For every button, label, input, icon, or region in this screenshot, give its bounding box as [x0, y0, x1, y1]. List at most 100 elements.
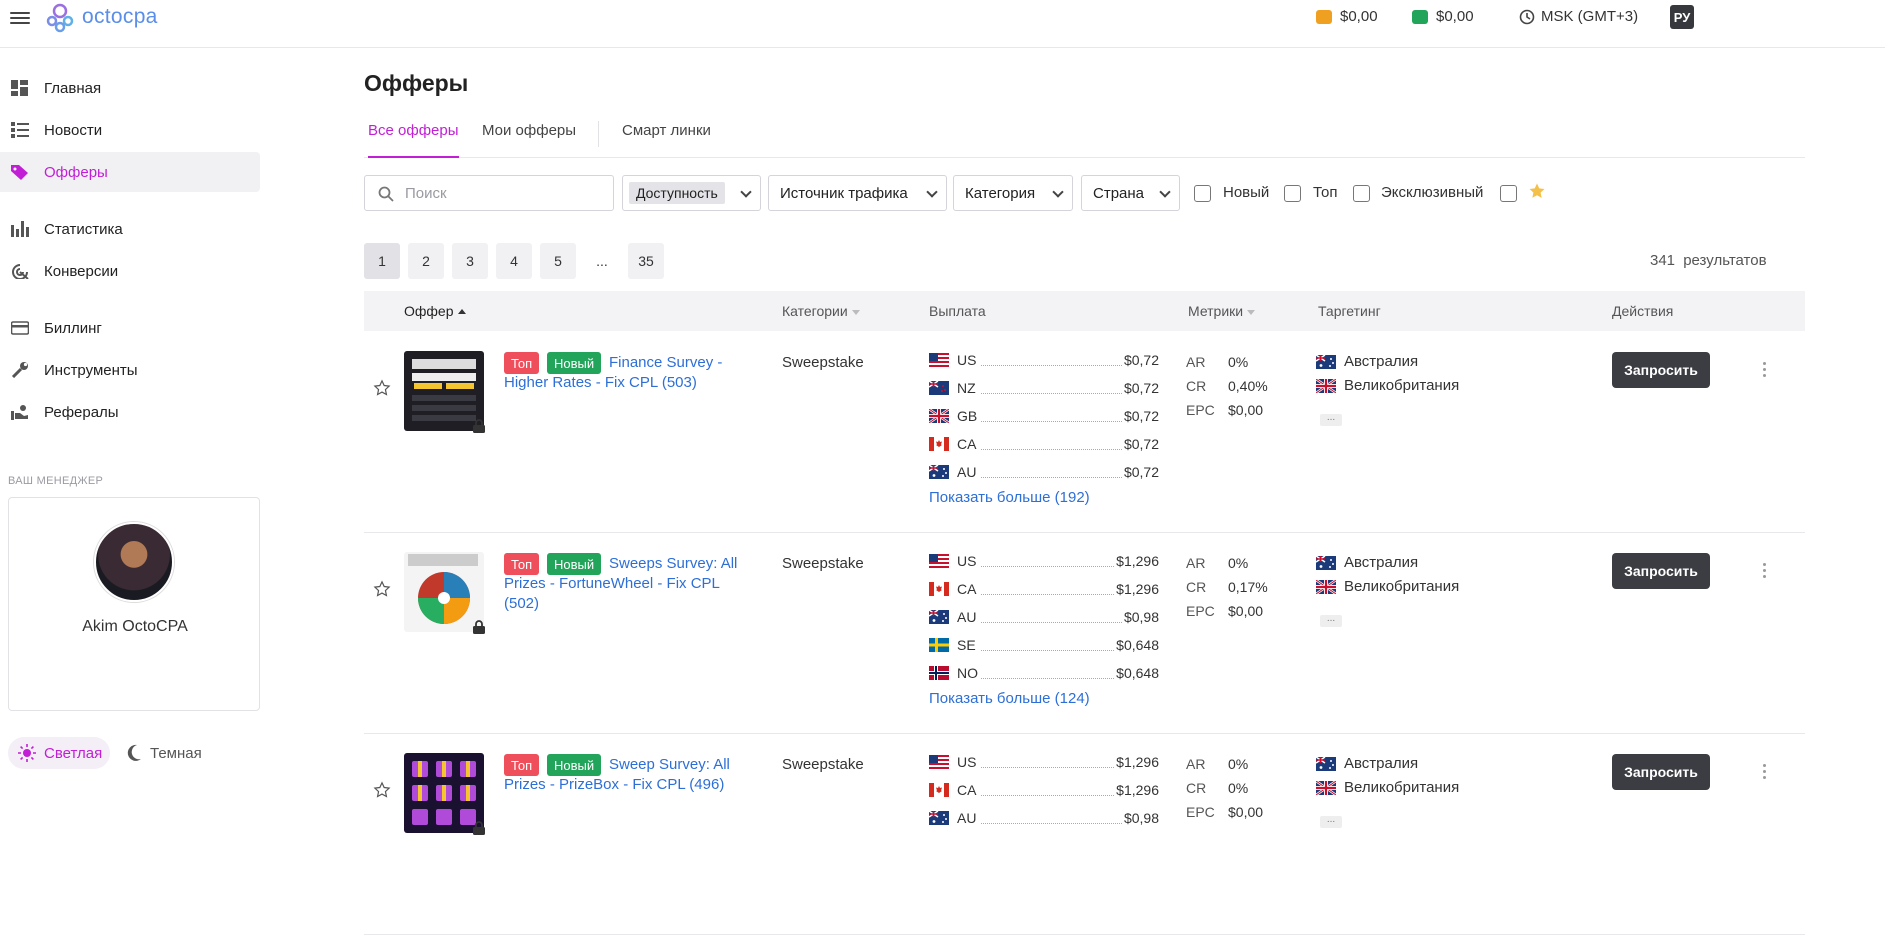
checkbox-top[interactable]	[1284, 185, 1301, 202]
dotted-leader	[981, 766, 1115, 768]
favorite-star-icon[interactable]	[373, 580, 391, 598]
country-label: Страна	[1093, 184, 1145, 202]
wallet-icon	[1316, 9, 1332, 24]
targeting-country: Великобритания	[1344, 377, 1460, 394]
metric-epc-label: EPC	[1186, 603, 1215, 619]
chevron-down-icon	[926, 186, 938, 198]
lock-icon	[473, 419, 485, 433]
page-3[interactable]: 3	[452, 243, 488, 279]
metric-epc-value: $0,00	[1228, 603, 1264, 619]
results-number: 341	[1650, 252, 1676, 269]
show-more-link[interactable]: Показать больше (192)	[929, 489, 1090, 506]
payout-country: CA	[957, 782, 977, 798]
checkbox-favorite[interactable]	[1500, 185, 1517, 202]
payout-row: GB $0,72	[929, 402, 1159, 430]
sidebar-item-referrals[interactable]: Рефералы	[0, 392, 260, 432]
traffic-source-filter[interactable]: Источник трафика	[768, 175, 947, 211]
news-icon	[11, 122, 29, 138]
metric-cr-value: 0,17%	[1228, 579, 1268, 595]
sun-icon	[18, 744, 36, 762]
dotted-leader	[981, 420, 1122, 422]
payout-amount: $1,296	[1116, 581, 1159, 597]
kebab-menu-icon[interactable]	[1763, 362, 1767, 378]
kebab-menu-icon[interactable]	[1763, 764, 1767, 780]
tab-all-offers[interactable]: Все офферы	[368, 122, 459, 158]
col-metrics[interactable]: Метрики	[1188, 303, 1256, 319]
sidebar-item-home[interactable]: Главная	[0, 68, 260, 108]
offer-category: Sweepstake	[782, 756, 864, 773]
checkbox-new[interactable]	[1194, 185, 1211, 202]
sidebar-item-conversions[interactable]: Конверсии	[0, 251, 260, 291]
request-button[interactable]: Запросить	[1612, 754, 1710, 790]
flag-au-icon	[1316, 354, 1336, 369]
payout-country: CA	[957, 436, 977, 452]
sidebar-item-label: Новости	[44, 121, 103, 139]
sidebar-item-statistics[interactable]: Статистика	[0, 209, 260, 249]
theme-light-button[interactable]: Светлая	[8, 737, 110, 769]
kebab-menu-icon[interactable]	[1763, 563, 1767, 579]
request-button[interactable]: Запросить	[1612, 553, 1710, 589]
favorite-star-icon[interactable]	[373, 781, 391, 799]
payout-amount: $0,72	[1123, 408, 1159, 424]
logo[interactable]: octocpa	[43, 0, 158, 34]
targeting-country: Австралия	[1344, 353, 1419, 370]
more-targeting-button[interactable]: ...	[1320, 614, 1342, 627]
page-35[interactable]: 35	[628, 243, 664, 279]
more-targeting-button[interactable]: ...	[1320, 815, 1342, 828]
targeting-item: Австралия	[1316, 353, 1418, 370]
sidebar-item-label: Биллинг	[44, 319, 102, 337]
dotted-leader	[981, 593, 1115, 595]
offer-title-link[interactable]: Finance Survey - Higher Rates - Fix CPL …	[504, 353, 739, 393]
sidebar-item-label: Конверсии	[44, 262, 119, 280]
menu-icon[interactable]	[10, 9, 30, 25]
col-offer[interactable]: Оффер	[404, 303, 466, 319]
metric-ar-label: AR	[1186, 354, 1206, 370]
payout-row: AU $0,98	[929, 804, 1159, 832]
flag-au-icon	[1316, 756, 1336, 771]
col-categories[interactable]: Категории	[782, 303, 860, 319]
request-button[interactable]: Запросить	[1612, 352, 1710, 388]
octopus-logo-icon	[46, 3, 74, 33]
payout-amount: $1,296	[1116, 754, 1159, 770]
theme-dark-label: Темная	[150, 744, 202, 762]
availability-filter[interactable]: Доступность	[622, 175, 761, 211]
payout-country: GB	[957, 408, 978, 424]
dotted-leader	[981, 392, 1122, 394]
balance-secondary[interactable]: $0,00	[1412, 8, 1474, 25]
country-filter[interactable]: Страна	[1081, 175, 1180, 211]
sidebar-item-tools[interactable]: Инструменты	[0, 350, 260, 390]
favorite-star-icon[interactable]	[373, 379, 391, 397]
metric-cr-value: 0,40%	[1228, 378, 1268, 394]
page-5[interactable]: 5	[540, 243, 576, 279]
payout-row: CA $1,296	[929, 776, 1159, 804]
payout-country: US	[957, 553, 977, 569]
avatar	[94, 522, 174, 602]
checkbox-exclusive[interactable]	[1353, 185, 1370, 202]
page-2[interactable]: 2	[408, 243, 444, 279]
offer-title-link[interactable]: Sweeps Survey: All Prizes - FortuneWheel…	[504, 554, 739, 614]
tab-smart-links[interactable]: Смарт линки	[622, 122, 711, 158]
payout-amount: $0,72	[1123, 380, 1159, 396]
sidebar-item-offers[interactable]: Офферы	[0, 152, 260, 192]
sidebar-item-billing[interactable]: Биллинг	[0, 308, 260, 348]
balance-secondary-value: $0,00	[1436, 8, 1474, 25]
balance-main[interactable]: $0,00	[1316, 8, 1378, 25]
page-4[interactable]: 4	[496, 243, 532, 279]
manager-caption: ВАШ МЕНЕДЖЕР	[8, 475, 104, 487]
flag-us-icon	[929, 353, 949, 367]
lock-icon	[473, 620, 485, 634]
show-more-link[interactable]: Показать больше (124)	[929, 690, 1090, 707]
flag-ca-icon	[929, 437, 949, 451]
tab-my-offers[interactable]: Мои офферы	[482, 122, 576, 158]
search-input[interactable]: Поиск	[364, 175, 614, 211]
sidebar-item-news[interactable]: Новости	[0, 110, 260, 150]
language-switch[interactable]: РУ	[1670, 5, 1694, 29]
clock-icon	[1519, 9, 1535, 24]
theme-dark-button[interactable]: Темная	[126, 737, 202, 769]
moon-icon	[127, 744, 141, 761]
timezone[interactable]: MSK (GMT+3)	[1519, 8, 1638, 25]
category-filter[interactable]: Категория	[953, 175, 1073, 211]
offer-title-link[interactable]: Sweep Survey: All Prizes - PrizeBox - Fi…	[504, 755, 739, 795]
page-1[interactable]: 1	[364, 243, 400, 279]
more-targeting-button[interactable]: ...	[1320, 413, 1342, 426]
